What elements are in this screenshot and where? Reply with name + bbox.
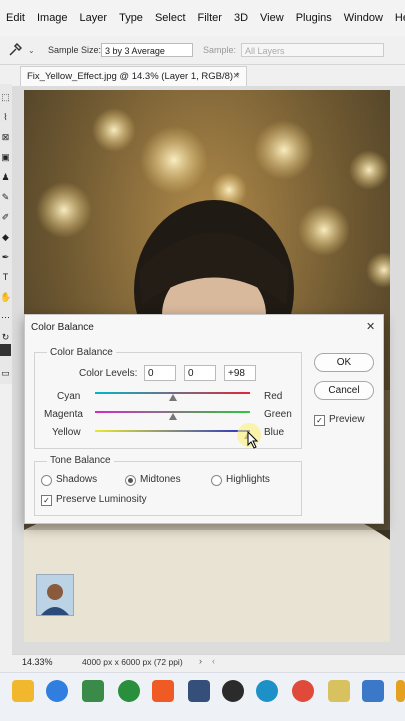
menu-filter[interactable]: Filter (192, 12, 228, 24)
tone-balance-group (34, 461, 302, 516)
preview-checkbox[interactable]: ✓ (314, 415, 325, 426)
crop-tool-icon[interactable]: ⊠ (0, 130, 11, 144)
presenter-avatar (41, 584, 69, 615)
chevron-down-icon[interactable]: ⌄ (28, 46, 35, 55)
remote-app-icon[interactable] (256, 680, 278, 702)
green-label: Green (264, 409, 292, 420)
midtones-label: Midtones (140, 474, 181, 485)
color-balance-dialog: Color Balance ✕ Color Balance Color Leve… (24, 314, 384, 524)
cyan-red-slider-thumb[interactable] (168, 394, 177, 401)
red-label: Red (264, 391, 283, 402)
cyan-label: Cyan (57, 391, 81, 402)
preview-label: Preview (329, 414, 365, 425)
lasso-tool-icon[interactable]: ⌇ (0, 110, 11, 124)
type-tool-icon[interactable]: T (0, 270, 11, 284)
yellow-blue-level-input[interactable]: +98 (224, 365, 256, 381)
level-value: 0 (188, 368, 194, 379)
eraser-tool-icon[interactable]: ◆ (0, 230, 11, 244)
midtones-radio[interactable] (125, 475, 136, 486)
menu-edit[interactable]: Edit (0, 12, 31, 24)
shadows-radio[interactable] (41, 475, 52, 486)
yellow-label: Yellow (52, 427, 81, 438)
magenta-green-level-input[interactable]: 0 (184, 365, 216, 381)
scroll-left-icon[interactable]: ‹ (212, 656, 215, 666)
menu-select[interactable]: Select (149, 12, 192, 24)
file-explorer-icon[interactable] (12, 680, 34, 702)
menu-3d[interactable]: 3D (228, 12, 254, 24)
options-bar: ⌄ Sample Size: 3 by 3 Average Sample: Al… (0, 38, 405, 65)
sample-value: All Layers (245, 46, 285, 56)
cancel-button[interactable]: Cancel (314, 381, 374, 400)
blue-label: Blue (264, 427, 285, 438)
hand-tool-icon[interactable]: ✋ (0, 290, 11, 304)
rotate-tool-icon[interactable]: ↻ (0, 330, 11, 344)
history-brush-icon[interactable]: ✐ (0, 210, 11, 224)
menu-image[interactable]: Image (31, 12, 74, 24)
sample-size-value: 3 by 3 Average (105, 46, 165, 56)
sample-size-label: Sample Size: (48, 45, 102, 55)
sample-size-select[interactable]: 3 by 3 Average (101, 43, 193, 57)
dialog-title: Color Balance (31, 322, 94, 333)
document-tab[interactable]: Fix_Yellow_Effect.jpg @ 14.3% (Layer 1, … (20, 66, 247, 87)
sample-label: Sample: (203, 45, 237, 55)
menu-help[interactable]: Help (389, 12, 405, 24)
zoom-level[interactable]: 14.33% (22, 657, 53, 667)
menu-plugins[interactable]: Plugins (290, 12, 338, 24)
tools-panel: ⬚ ⌇ ⊠ ▣ ♟ ✎ ✐ ◆ ✒ T ✋ ⋯ ↻ ▭ (0, 84, 12, 384)
magenta-label: Magenta (44, 409, 83, 420)
virtualbox-icon[interactable] (188, 680, 210, 702)
pen-tool-icon[interactable]: ✒ (0, 250, 11, 264)
level-value: +98 (228, 368, 245, 379)
tab-close-icon[interactable]: × (233, 70, 239, 82)
earth-app-icon[interactable] (118, 680, 140, 702)
yellow-blue-slider-track[interactable] (95, 430, 250, 432)
menu-view[interactable]: View (254, 12, 290, 24)
marquee-tool-icon[interactable]: ⬚ (0, 90, 11, 104)
partial-app-icon[interactable] (396, 680, 405, 702)
recorder-app-icon[interactable] (222, 680, 244, 702)
status-bar: 14.33% 4000 px x 6000 px (72 ppi) › ‹ (12, 654, 405, 671)
color-balance-legend: Color Balance (47, 347, 116, 358)
chrome-icon[interactable] (292, 680, 314, 702)
r-app-icon[interactable] (362, 680, 384, 702)
brush-tool-icon[interactable]: ✎ (0, 190, 11, 204)
webcam-overlay (36, 574, 74, 616)
magenta-green-slider-thumb[interactable] (168, 413, 177, 420)
sample-select[interactable]: All Layers (241, 43, 384, 57)
screen-mode-icon[interactable]: ▭ (0, 366, 11, 380)
level-value: 0 (148, 368, 154, 379)
foreground-color-swatch[interactable] (0, 344, 11, 356)
eyedropper-icon[interactable] (8, 43, 22, 57)
document-title: Fix_Yellow_Effect.jpg @ 14.3% (Layer 1, … (27, 71, 240, 82)
preserve-luminosity-checkbox[interactable]: ✓ (41, 495, 52, 506)
mouse-pointer-icon (247, 431, 259, 449)
menu-bar: Edit Image Layer Type Select Filter 3D V… (0, 0, 405, 36)
menu-type[interactable]: Type (113, 12, 149, 24)
highlights-label: Highlights (226, 474, 270, 485)
brave-browser-icon[interactable] (152, 680, 174, 702)
shadows-label: Shadows (56, 474, 98, 485)
frame-tool-icon[interactable]: ▣ (0, 150, 11, 164)
ok-button[interactable]: OK (314, 353, 374, 372)
menu-window[interactable]: Window (338, 12, 389, 24)
info-chevron-icon[interactable]: › (199, 656, 202, 666)
more-tools-icon[interactable]: ⋯ (0, 310, 11, 324)
quickbooks-icon[interactable] (46, 680, 68, 702)
editor-app-icon[interactable] (328, 680, 350, 702)
network-app-icon[interactable] (82, 680, 104, 702)
highlights-radio[interactable] (211, 475, 222, 486)
menu-layer[interactable]: Layer (74, 12, 114, 24)
tone-balance-legend: Tone Balance (47, 455, 114, 466)
stamp-tool-icon[interactable]: ♟ (0, 170, 11, 184)
document-info[interactable]: 4000 px x 6000 px (72 ppi) (82, 657, 183, 667)
color-levels-label: Color Levels: (79, 368, 138, 379)
cyan-red-level-input[interactable]: 0 (144, 365, 176, 381)
preserve-luminosity-label: Preserve Luminosity (56, 494, 147, 505)
dialog-close-icon[interactable]: ✕ (366, 320, 375, 333)
